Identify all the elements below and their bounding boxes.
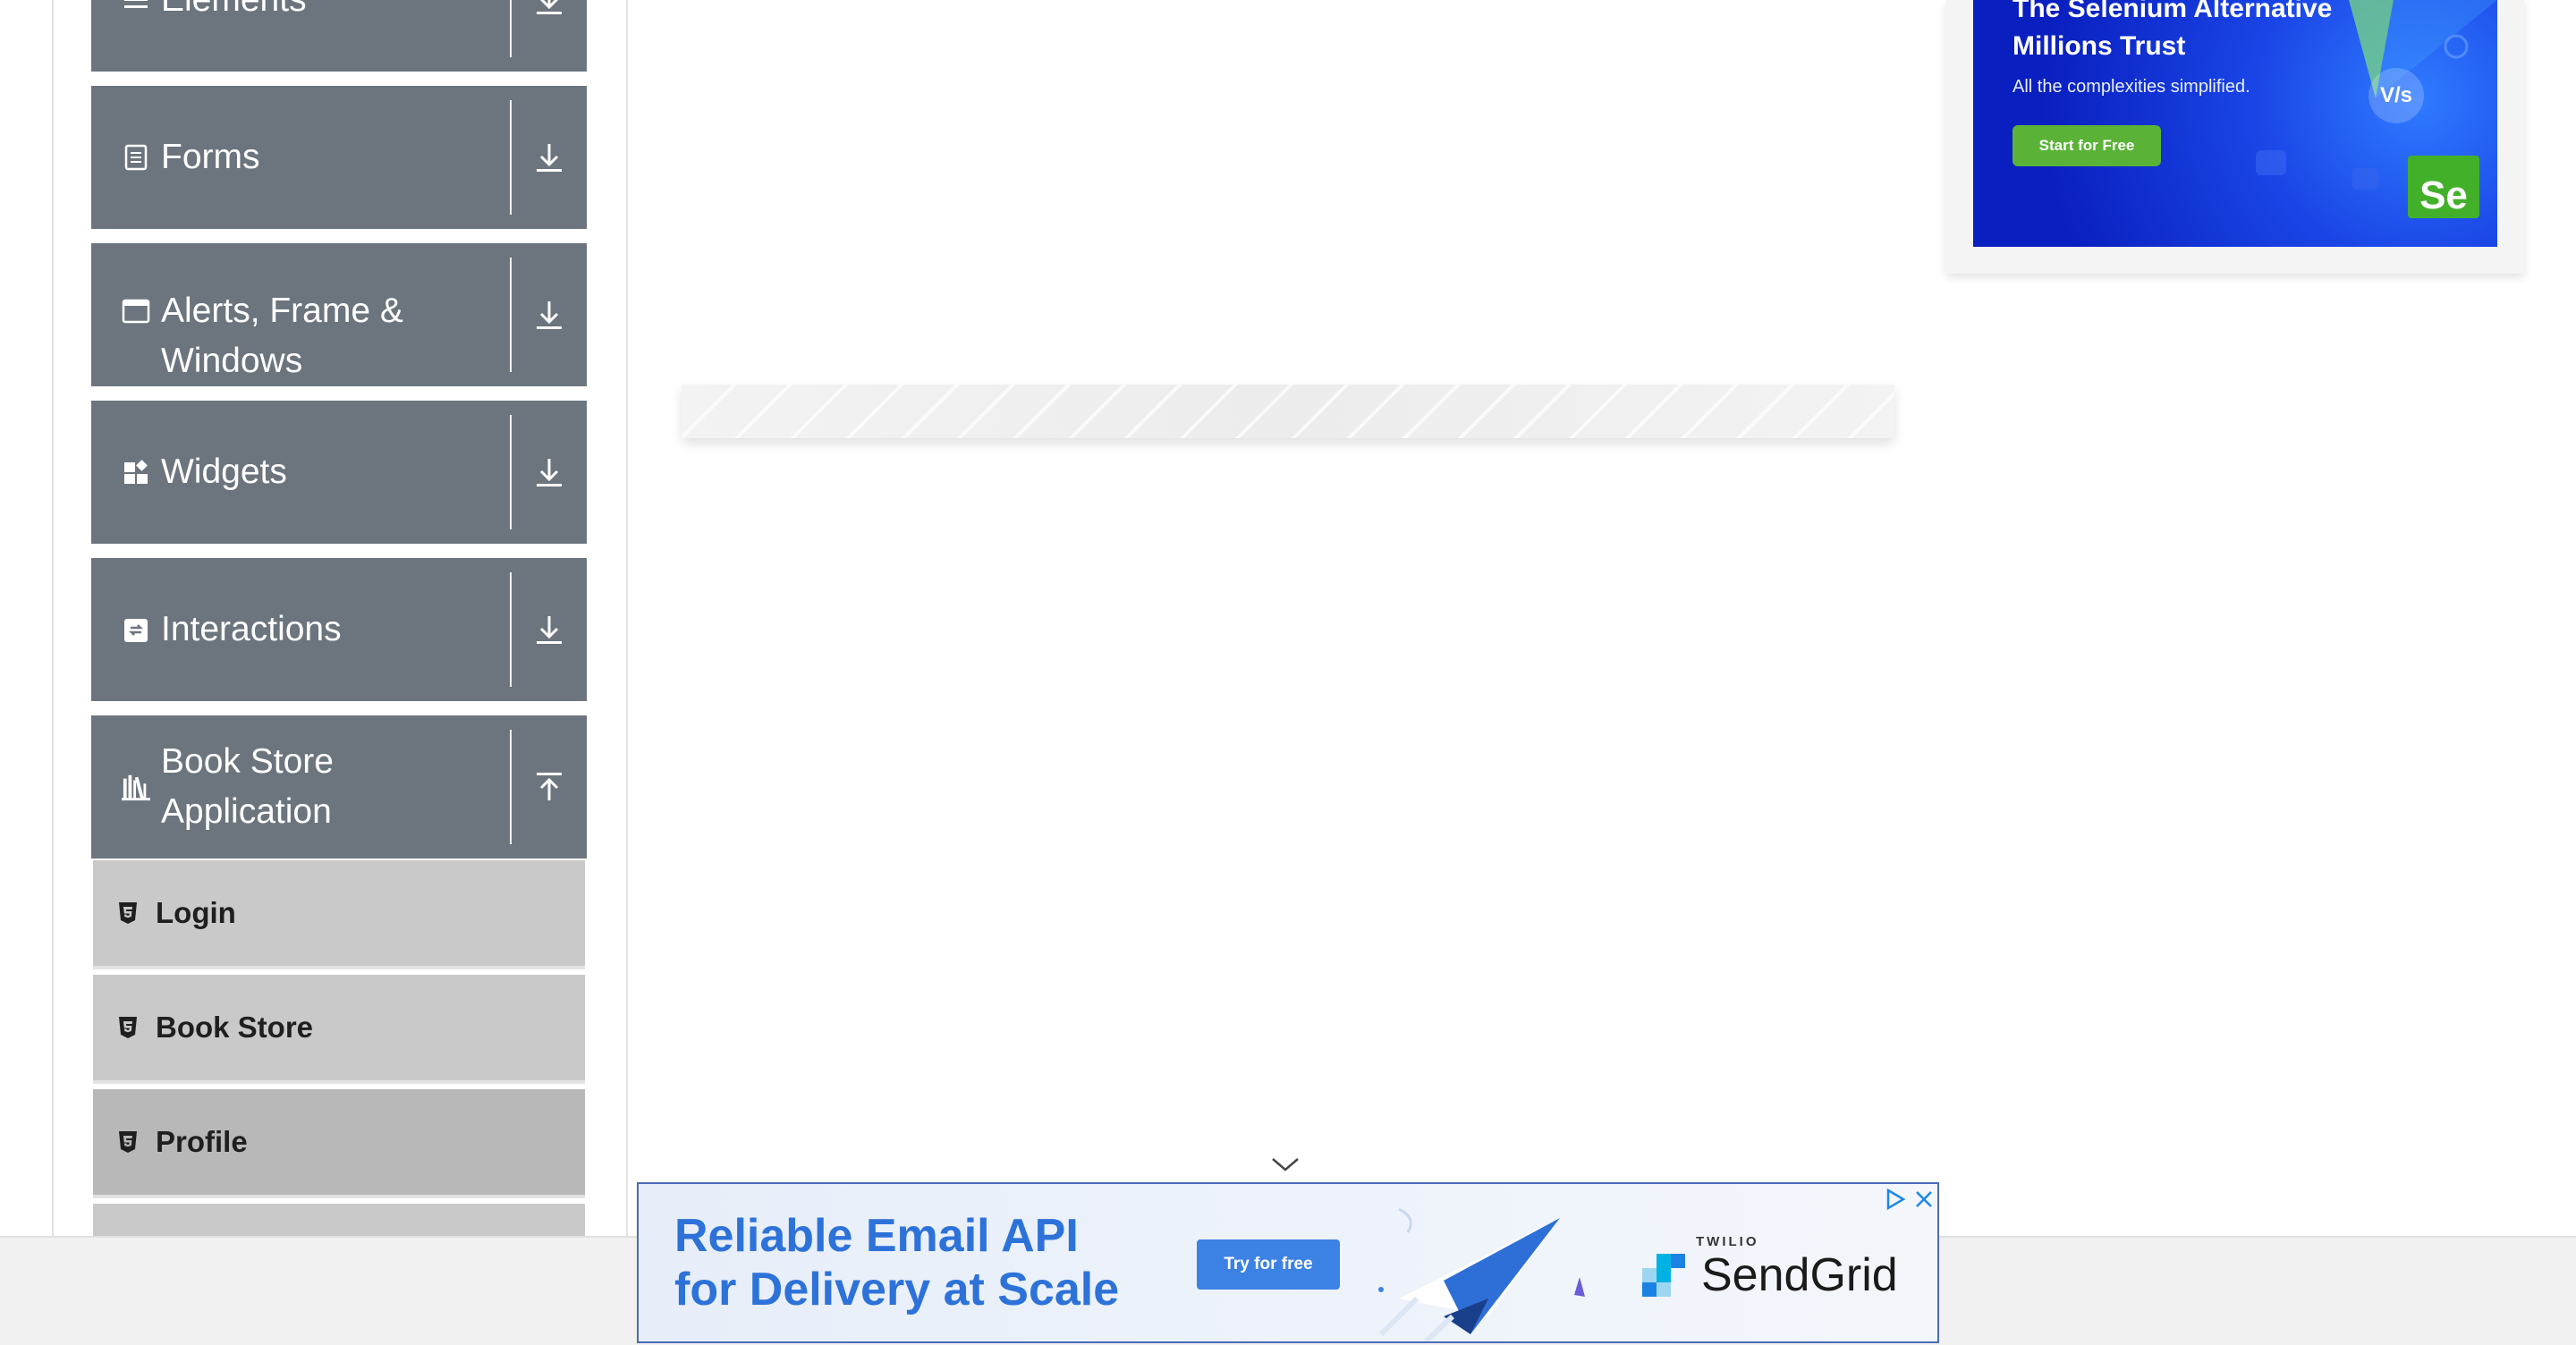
group-title: Interactions bbox=[161, 610, 342, 648]
ad-headline-line2: Millions Trust bbox=[2012, 31, 2186, 61]
sidebar-item-book-store[interactable]: Book Store bbox=[93, 975, 585, 1084]
expand-toggle[interactable] bbox=[512, 243, 587, 386]
widgets-icon bbox=[122, 458, 150, 486]
start-for-free-button[interactable]: Start for Free bbox=[2012, 125, 2161, 166]
html5-badge-icon bbox=[118, 1129, 141, 1155]
html5-badge-icon bbox=[118, 1014, 141, 1041]
sidebar-item-label: Book Store bbox=[156, 1011, 314, 1044]
form-document-icon bbox=[122, 143, 150, 172]
sidebar-item-label: Login bbox=[156, 896, 236, 929]
sendgrid-logo-icon bbox=[1642, 1254, 1685, 1297]
html5-badge-icon bbox=[118, 900, 141, 926]
expand-toggle[interactable] bbox=[512, 86, 587, 229]
interactions-icon bbox=[122, 615, 150, 644]
group-title-line1: Alerts, Frame & bbox=[161, 292, 403, 330]
group-book-store-header[interactable]: Book Store Application bbox=[91, 715, 510, 859]
sidebar-item-profile[interactable]: Profile bbox=[93, 1089, 585, 1198]
try-for-free-button[interactable]: Try for free bbox=[1197, 1239, 1340, 1290]
group-interactions-header[interactable]: Interactions bbox=[91, 558, 510, 701]
group-elements[interactable]: Elements bbox=[91, 0, 587, 72]
divider bbox=[510, 0, 512, 57]
sendgrid-brand-label: SendGrid bbox=[1701, 1249, 1898, 1301]
group-forms[interactable]: Forms bbox=[91, 86, 587, 229]
group-title: Book Store Application bbox=[161, 742, 334, 831]
group-title-line2: Windows bbox=[161, 342, 303, 380]
sidebar-left-border bbox=[52, 0, 54, 1236]
twilio-brand-label: TWILIO bbox=[1696, 1234, 1759, 1249]
download-arrow-icon bbox=[537, 459, 562, 486]
group-alerts-frame-windows[interactable]: Alerts, Frame & Windows bbox=[91, 243, 587, 386]
ad-headline-line1: Reliable Email API bbox=[674, 1210, 1079, 1262]
download-arrow-icon bbox=[537, 616, 562, 644]
selenium-logo-text: Se bbox=[2419, 173, 2468, 217]
expand-toggle[interactable] bbox=[512, 401, 587, 544]
divider bbox=[510, 258, 512, 372]
ad-headline-line1: The Selenium Alternative bbox=[2012, 0, 2333, 23]
group-interactions[interactable]: Interactions bbox=[91, 558, 587, 701]
divider bbox=[510, 572, 512, 687]
download-arrow-icon bbox=[537, 301, 562, 329]
group-book-store-application[interactable]: Book Store Application bbox=[91, 715, 587, 859]
sidebar-right-border bbox=[626, 0, 628, 1236]
paper-plane-icon bbox=[1378, 1207, 1585, 1341]
sidebar-item-login[interactable]: Login bbox=[93, 860, 585, 969]
divider bbox=[510, 730, 512, 844]
ad-headline: Reliable Email API for Delivery at Scale bbox=[674, 1209, 1175, 1316]
expand-toggle[interactable] bbox=[512, 558, 587, 701]
download-arrow-icon bbox=[537, 0, 562, 14]
ad-choices-icon[interactable] bbox=[1884, 1188, 1907, 1211]
group-title: Forms bbox=[161, 138, 260, 176]
upload-arrow-icon bbox=[537, 773, 562, 800]
ad-selenium-alternative[interactable]: The Selenium Alternative Millions Trust … bbox=[1973, 0, 2497, 247]
collapse-toggle[interactable] bbox=[512, 715, 587, 859]
group-widgets-header[interactable]: Widgets bbox=[91, 401, 510, 544]
ad-sendgrid[interactable]: Reliable Email API for Delivery at Scale… bbox=[637, 1182, 1939, 1343]
group-title: Alerts, Frame & Windows bbox=[161, 286, 403, 386]
ad-headline-line2: for Delivery at Scale bbox=[674, 1264, 1120, 1315]
ad-subtitle: All the complexities simplified. bbox=[2012, 77, 2250, 97]
expand-toggle[interactable] bbox=[512, 0, 587, 72]
window-icon bbox=[122, 297, 150, 326]
sidebar-item-label: Profile bbox=[156, 1125, 248, 1158]
divider bbox=[510, 415, 512, 529]
selenium-logo: Se bbox=[2408, 156, 2479, 218]
group-title: Widgets bbox=[161, 453, 287, 491]
loading-banner-placeholder bbox=[682, 385, 1894, 438]
versus-badge: V/s bbox=[2368, 68, 2424, 123]
close-icon[interactable] bbox=[1912, 1188, 1936, 1211]
download-arrow-icon bbox=[537, 144, 562, 172]
group-alerts-header[interactable]: Alerts, Frame & Windows bbox=[91, 243, 510, 386]
group-title: Elements bbox=[161, 0, 307, 25]
group-elements-header[interactable]: Elements bbox=[91, 0, 510, 72]
group-forms-header[interactable]: Forms bbox=[91, 86, 510, 229]
divider bbox=[510, 100, 512, 215]
chevron-down-icon[interactable] bbox=[1270, 1155, 1301, 1173]
menu-lines-icon bbox=[122, 0, 150, 14]
group-widgets[interactable]: Widgets bbox=[91, 401, 587, 544]
bookshelf-icon bbox=[122, 773, 150, 801]
